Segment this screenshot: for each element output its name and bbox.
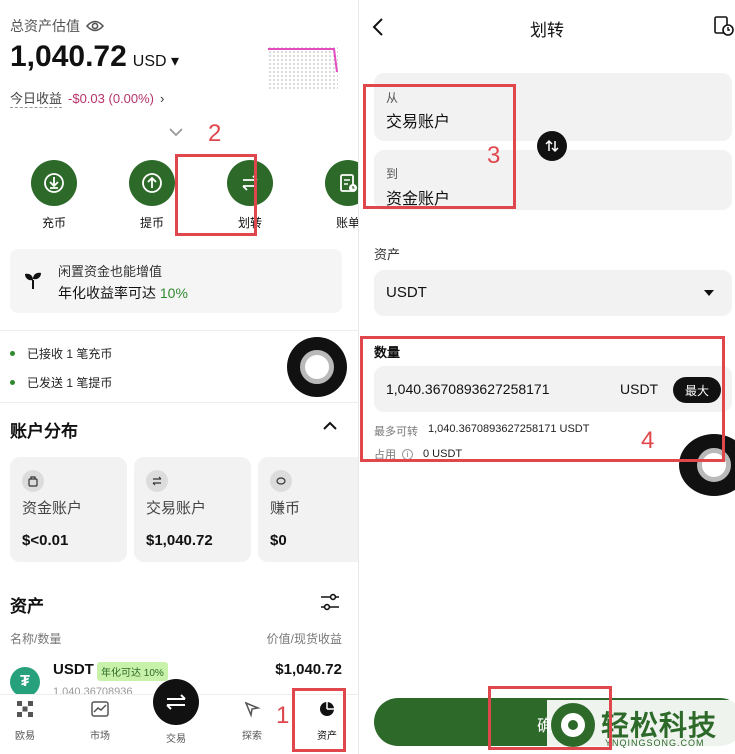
today-profit-value: -$0.03 (0.00%) bbox=[68, 90, 155, 106]
earn-promo-card[interactable]: 闲置资金也能增值 年化收益率可达 10% bbox=[10, 249, 342, 313]
deposit-label: 充币 bbox=[41, 216, 66, 230]
today-profit[interactable]: 今日收益 -$0.03 (0.00%) › bbox=[10, 88, 164, 108]
annotation-number-2: 2 bbox=[208, 120, 222, 147]
bill-icon bbox=[340, 174, 357, 192]
floating-assistive-button[interactable] bbox=[287, 337, 347, 397]
account-card-funding[interactable]: 资金账户 $<0.01 bbox=[10, 457, 127, 562]
account-value: $<0.01 bbox=[22, 532, 69, 549]
notice-text: 已发送 1 笔提币 bbox=[27, 376, 113, 390]
account-card-earn[interactable]: 赚币 $0 bbox=[258, 457, 358, 562]
notice-item[interactable]: 已发送 1 笔提币 bbox=[10, 374, 112, 391]
annotation-box-confirm bbox=[488, 686, 612, 750]
wallet-icon bbox=[22, 470, 44, 492]
annotation-box-2 bbox=[175, 154, 257, 236]
account-card-trading[interactable]: 交易账户 $1,040.72 bbox=[134, 457, 251, 562]
divider bbox=[0, 330, 358, 331]
filter-settings-icon[interactable] bbox=[320, 593, 340, 611]
mini-chart bbox=[268, 46, 338, 90]
history-record-icon[interactable] bbox=[714, 15, 734, 37]
nav-trade-label: 交易 bbox=[166, 734, 186, 745]
trade-swap-icon bbox=[166, 694, 186, 710]
nav-label: 欧易 bbox=[15, 731, 35, 742]
annotation-number-4: 4 bbox=[641, 427, 655, 454]
account-value: $0 bbox=[270, 532, 287, 549]
earn-badge: 年化可达 10% bbox=[97, 662, 168, 681]
assets-screen: 总资产估值 1,040.72 USD ▾ 今日收益 -$0.03 (0.00%)… bbox=[0, 0, 358, 754]
account-name: 赚币 bbox=[270, 500, 301, 517]
promo-text: 年化收益率可达 bbox=[58, 285, 156, 301]
market-chart-icon bbox=[91, 701, 109, 717]
nav-label: 市场 bbox=[90, 731, 110, 742]
notice-text: 已接收 1 笔充币 bbox=[27, 347, 113, 361]
nav-home[interactable]: 欧易 bbox=[0, 700, 50, 742]
asset-label: 资产 bbox=[374, 247, 401, 262]
divider bbox=[0, 402, 358, 403]
swap-icon bbox=[146, 470, 168, 492]
asset-symbol: USDT bbox=[53, 661, 94, 678]
asset-select-value: USDT bbox=[386, 284, 427, 301]
currency-selector[interactable]: USD ▾ bbox=[133, 51, 179, 71]
page-title: 划转 bbox=[530, 21, 564, 40]
transfer-screen: 划转 从 交易账户 到 资金账户 资产 USDT 数量 1,040.367089… bbox=[359, 0, 735, 754]
trade-fab-button[interactable] bbox=[153, 679, 199, 725]
promo-text-row: 年化收益率可达 10% bbox=[58, 283, 188, 303]
annotation-box-4 bbox=[360, 336, 725, 462]
asset-select[interactable]: USDT bbox=[374, 270, 732, 316]
bill-button[interactable]: 账单 bbox=[318, 160, 358, 231]
account-name: 交易账户 bbox=[146, 500, 207, 517]
account-value: $1,040.72 bbox=[146, 532, 213, 549]
chevron-right-icon: › bbox=[160, 90, 165, 106]
compass-icon bbox=[244, 701, 261, 718]
annotation-number-1: 1 bbox=[276, 702, 290, 729]
nav-label: 探索 bbox=[242, 731, 262, 742]
account-distribution-title: 账户分布 bbox=[10, 422, 78, 441]
swap-vertical-icon bbox=[545, 139, 559, 153]
today-profit-label: 今日收益 bbox=[10, 88, 63, 108]
nav-market[interactable]: 市场 bbox=[75, 700, 125, 742]
total-assets-header: 总资产估值 bbox=[10, 16, 104, 36]
withdraw-icon bbox=[142, 173, 162, 193]
chart-line-icon bbox=[268, 48, 338, 73]
swap-direction-button[interactable] bbox=[537, 131, 567, 161]
promo-title: 闲置资金也能增值 bbox=[58, 264, 163, 279]
total-assets-label: 总资产估值 bbox=[10, 18, 80, 34]
watermark-domain: YNQINGSONG.COM bbox=[605, 738, 705, 748]
asset-value: $1,040.72 bbox=[275, 661, 342, 678]
annotation-number-3: 3 bbox=[487, 142, 501, 169]
dropdown-caret-icon bbox=[704, 290, 714, 296]
status-dot-icon bbox=[10, 351, 15, 356]
deposit-button[interactable]: 充币 bbox=[24, 160, 84, 231]
okx-logo-icon bbox=[17, 701, 33, 717]
notice-item[interactable]: 已接收 1 笔充币 bbox=[10, 345, 112, 362]
usdt-logo-icon: ₮ bbox=[10, 667, 40, 697]
assets-title: 资产 bbox=[10, 597, 44, 616]
chevron-up-icon[interactable] bbox=[322, 421, 338, 431]
column-header-value: 价值/现货收益 bbox=[266, 632, 342, 646]
coin-icon bbox=[270, 470, 292, 492]
bill-label: 账单 bbox=[335, 216, 358, 230]
total-assets-value: 1,040.72 bbox=[10, 40, 127, 73]
account-name: 资金账户 bbox=[22, 500, 83, 517]
column-header-name: 名称/数量 bbox=[10, 632, 62, 646]
total-assets-value-row: 1,040.72 USD ▾ bbox=[10, 40, 179, 74]
eye-icon[interactable] bbox=[86, 20, 104, 32]
withdraw-button[interactable]: 提币 bbox=[122, 160, 182, 231]
sprout-icon bbox=[25, 272, 41, 289]
deposit-icon bbox=[44, 173, 64, 193]
promo-rate: 10% bbox=[159, 285, 188, 301]
nav-explore[interactable]: 探索 bbox=[227, 700, 277, 742]
annotation-box-1 bbox=[292, 688, 346, 752]
chevron-down-icon[interactable] bbox=[168, 124, 184, 142]
withdraw-label: 提币 bbox=[139, 216, 164, 230]
status-dot-icon bbox=[10, 380, 15, 385]
